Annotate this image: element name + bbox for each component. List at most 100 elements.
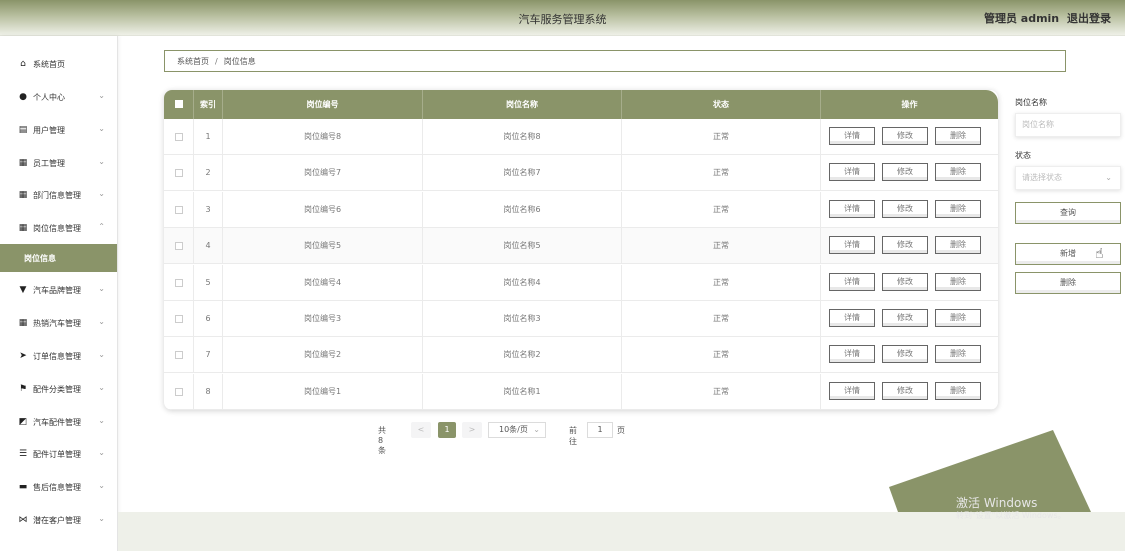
delete-button[interactable]: 删除 [935, 236, 981, 255]
detail-button[interactable]: 详情 [829, 272, 875, 291]
row-checkbox-cell [164, 373, 194, 410]
next-page-button[interactable]: > [462, 422, 482, 438]
table-row: 5 岗位编号4 岗位名称4 正常 详情 修改 删除 [164, 264, 998, 301]
cell-code: 岗位编号6 [223, 191, 423, 228]
sidebar-item-label: 配件分类管理 [33, 384, 81, 394]
sidebar-item[interactable]: ⌂ 系统首页 [0, 53, 117, 75]
sidebar-item[interactable]: ▦ 部门信息管理 ⌄ [0, 184, 117, 206]
chevron-down-icon: ⌄ [98, 350, 105, 359]
goto-page-input[interactable]: 1 [587, 422, 613, 438]
delete-button[interactable]: 删除 [935, 272, 981, 291]
edit-button[interactable]: 修改 [882, 381, 928, 400]
sidebar-item-label: 潜在客户管理 [33, 515, 81, 525]
sidebar-item[interactable]: ⋈ 潜在客户管理 ⌄ [0, 509, 117, 531]
cell-name: 岗位名称8 [423, 119, 622, 155]
delete-button[interactable]: 删除 [935, 199, 981, 218]
sidebar-subitem-position-info[interactable]: 岗位信息 [0, 244, 117, 272]
chevron-down-icon: ⌄ [98, 284, 105, 293]
edit-button[interactable]: 修改 [882, 199, 928, 218]
app-title: 汽车服务管理系统 [518, 13, 607, 26]
cell-status: 正常 [622, 373, 821, 410]
row-checkbox[interactable] [175, 351, 183, 360]
logout-link[interactable]: 退出登录 [1067, 12, 1111, 25]
detail-button[interactable]: 详情 [829, 127, 875, 145]
activation-watermark-text: 转到"设置"以激活 Windows。 [956, 511, 1066, 520]
cell-code: 岗位编号2 [223, 337, 423, 374]
person-icon: ● [19, 92, 27, 102]
cell-status: 正常 [622, 228, 821, 265]
row-checkbox[interactable] [175, 278, 183, 287]
delete-button[interactable]: 删除 [935, 381, 981, 400]
detail-button[interactable]: 详情 [829, 381, 875, 400]
sidebar-subitem-label: 岗位信息 [24, 253, 56, 263]
edit-button[interactable]: 修改 [882, 236, 928, 255]
cell-status: 正常 [622, 155, 821, 192]
chevron-down-icon: ⌄ [1105, 173, 1112, 182]
edit-button[interactable]: 修改 [882, 272, 928, 291]
page-size-select[interactable]: 10条/页 ⌄ [488, 422, 546, 438]
row-checkbox[interactable] [175, 205, 183, 214]
select-all-checkbox[interactable] [175, 100, 183, 108]
chat-icon: ▬ [18, 482, 28, 492]
sidebar-item[interactable]: ⚑ 配件分类管理 ⌄ [0, 378, 117, 400]
row-checkbox[interactable] [175, 133, 183, 141]
cell-actions: 详情 修改 删除 [821, 228, 998, 264]
sidebar-item[interactable]: ▬ 售后信息管理 ⌄ [0, 476, 117, 498]
sidebar-item[interactable]: ▦ 热销汽车管理 ⌄ [0, 312, 117, 334]
sidebar-item[interactable]: ➤ 订单信息管理 ⌄ [0, 345, 117, 367]
detail-button[interactable]: 详情 [829, 236, 875, 255]
row-checkbox[interactable] [175, 387, 183, 396]
sidebar-item-label: 订单信息管理 [33, 351, 81, 361]
edit-button[interactable]: 修改 [882, 127, 928, 145]
sidebar-item[interactable]: ☰ 配件订单管理 ⌄ [0, 443, 117, 465]
delete-button[interactable]: 删除 [935, 345, 981, 364]
send-icon: ➤ [19, 351, 27, 361]
query-button[interactable]: 查询 [1015, 202, 1121, 224]
delete-button[interactable]: 删除 [935, 309, 981, 327]
chevron-down-icon: ⌄ [98, 91, 105, 100]
bulk-delete-button[interactable]: 删除 [1015, 272, 1121, 294]
row-checkbox[interactable] [175, 169, 183, 178]
detail-button[interactable]: 详情 [829, 345, 875, 364]
edit-button[interactable]: 修改 [882, 163, 928, 182]
edit-button[interactable]: 修改 [882, 309, 928, 327]
sidebar-item[interactable]: ● 个人中心 ⌄ [0, 86, 117, 108]
header-checkbox-cell [164, 90, 194, 119]
breadcrumb-separator: / [215, 56, 218, 66]
breadcrumb-current: 岗位信息 [223, 56, 256, 66]
sidebar-item[interactable]: ▦ 员工管理 ⌄ [0, 152, 117, 174]
row-checkbox-cell [164, 119, 194, 155]
detail-button[interactable]: 详情 [829, 199, 875, 218]
add-button[interactable]: 新增 [1015, 243, 1121, 265]
edit-button[interactable]: 修改 [882, 345, 928, 364]
breadcrumb-home[interactable]: 系统首页 [177, 56, 209, 67]
cell-code: 岗位编号5 [223, 228, 423, 265]
row-checkbox[interactable] [175, 315, 183, 323]
name-filter-input[interactable]: 岗位名称 [1015, 113, 1121, 137]
detail-button[interactable]: 详情 [829, 163, 875, 182]
cell-status: 正常 [622, 301, 821, 337]
row-checkbox[interactable] [175, 242, 183, 251]
delete-button[interactable]: 删除 [935, 163, 981, 182]
page-1-button[interactable]: 1 [438, 422, 456, 438]
sidebar-item[interactable]: ▦ 岗位信息管理 ⌃ [0, 217, 117, 239]
delete-button[interactable]: 删除 [935, 127, 981, 145]
sidebar-item[interactable]: ◩ 汽车配件管理 ⌄ [0, 411, 117, 433]
sidebar-item[interactable]: ▼ 汽车品牌管理 ⌄ [0, 279, 117, 301]
chevron-down-icon: ⌄ [98, 416, 105, 425]
breadcrumb: 系统首页 / 岗位信息 [164, 50, 1066, 72]
cell-name: 岗位名称6 [423, 191, 622, 228]
cell-name: 岗位名称5 [423, 228, 622, 265]
cell-index: 5 [194, 264, 223, 301]
status-filter-select[interactable]: 请选择状态 ⌄ [1015, 166, 1121, 190]
table-row: 7 岗位编号2 岗位名称2 正常 详情 修改 删除 [164, 337, 998, 374]
sidebar-item-label: 汽车品牌管理 [33, 285, 81, 295]
chart-icon: ◩ [18, 417, 28, 427]
cell-code: 岗位编号8 [223, 119, 423, 155]
chevron-down-icon: ⌄ [98, 157, 105, 166]
prev-page-button[interactable]: < [411, 422, 431, 438]
grid-icon: ▦ [18, 190, 28, 200]
detail-button[interactable]: 详情 [829, 309, 875, 327]
sidebar-item[interactable]: ▤ 用户管理 ⌄ [0, 119, 117, 141]
cell-code: 岗位编号4 [223, 264, 423, 301]
